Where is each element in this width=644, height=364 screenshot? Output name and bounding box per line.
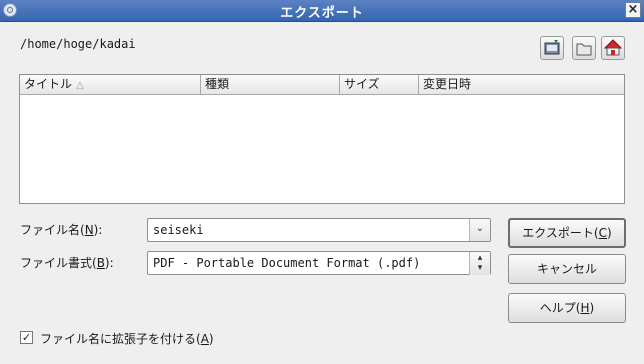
help-button[interactable]: ヘルプ(H) [508,293,626,323]
new-folder-icon [576,43,592,56]
column-header-size[interactable]: サイズ [340,75,419,95]
sort-ascending-icon: △ [76,80,84,91]
desktop-folder-button[interactable] [540,36,564,60]
column-label: サイズ [344,77,380,91]
file-format-label: ファイル書式(B): [20,256,114,270]
filename-combobox[interactable]: seiseki ⌄ [147,218,491,242]
export-button[interactable]: エクスポート(C) [508,218,626,248]
title-bar: エクスポート × [0,0,644,22]
append-extension-checkbox[interactable]: ✓ [20,331,33,344]
current-path: /home/hoge/kadai [20,37,136,51]
append-extension-label[interactable]: ファイル名に拡張子を付ける(A) [40,330,214,347]
desktop-folder-icon [544,40,560,55]
column-label: タイトル [24,77,73,91]
new-folder-button[interactable] [572,36,596,60]
column-label: 種類 [205,77,230,91]
column-label: 変更日時 [423,77,472,91]
file-list[interactable]: タイトル △ 種類 サイズ 変更日時 [19,74,625,204]
updown-arrows-icon: ▴ ▾ [469,252,490,275]
home-icon [603,39,623,56]
cancel-button[interactable]: キャンセル [508,254,626,284]
home-button[interactable] [601,36,625,60]
column-header-title[interactable]: タイトル △ [20,75,201,95]
file-format-select[interactable]: PDF - Portable Document Format (.pdf) ▴ ▾ [147,251,491,275]
filename-label: ファイル名(N): [20,223,103,237]
file-format-value: PDF - Portable Document Format (.pdf) [153,256,421,270]
filename-field[interactable]: seiseki [153,223,204,237]
column-header-type[interactable]: 種類 [201,75,340,95]
window-title: エクスポート [280,6,364,21]
column-header-modified[interactable]: 変更日時 [419,75,624,95]
close-window-button[interactable]: × [625,2,641,18]
chevron-down-icon[interactable]: ⌄ [469,219,490,241]
